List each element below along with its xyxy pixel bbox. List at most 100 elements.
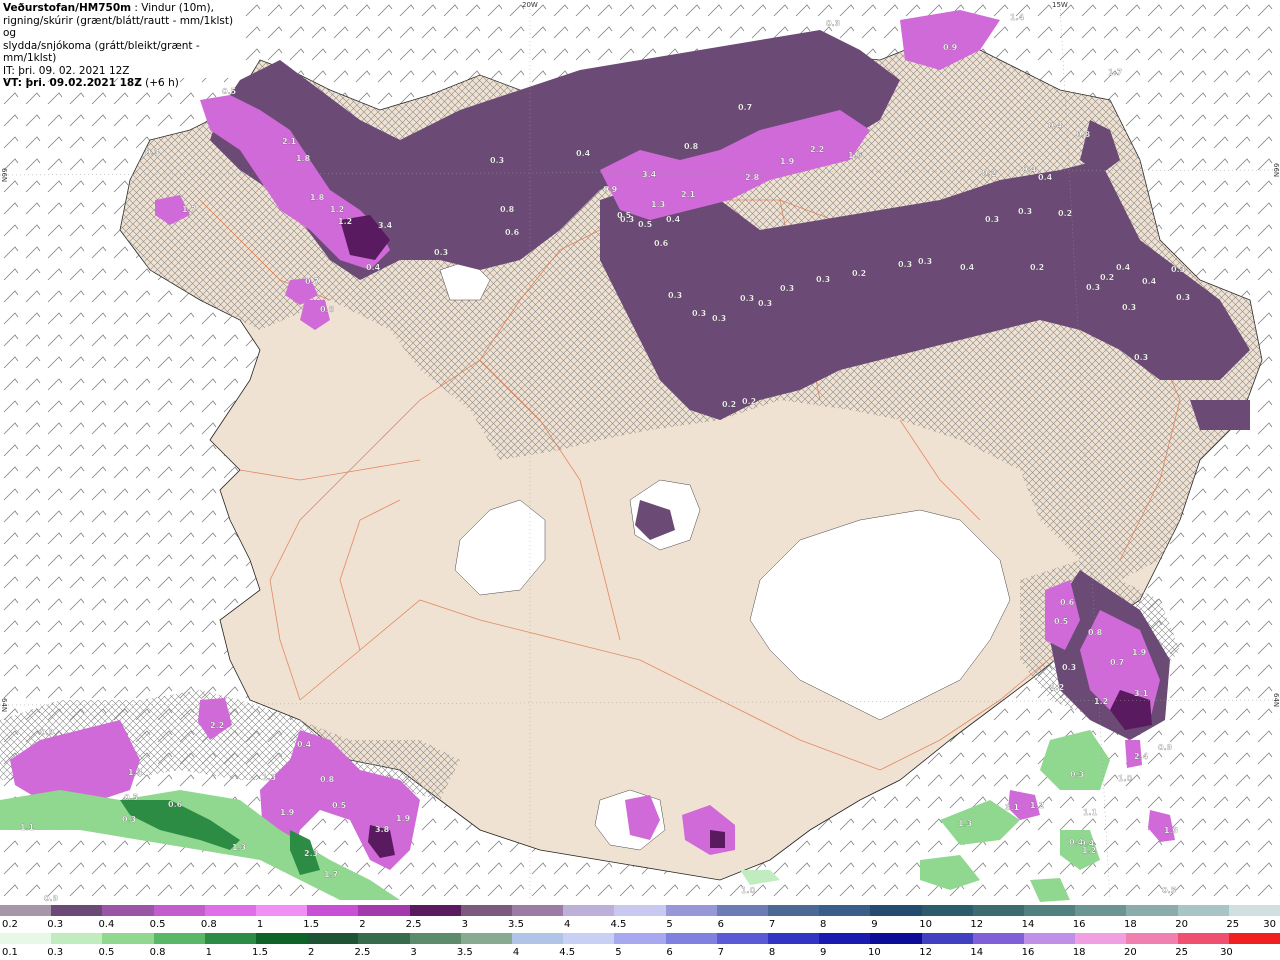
precip-value-label: 1.7 [1108, 68, 1122, 77]
legend-label: 1 [205, 947, 212, 958]
precip-value-label: 0.2 [742, 397, 756, 406]
precip-value-label: 1.2 [1050, 683, 1064, 692]
init-time: IT: þri. 09. 02. 2021 12Z [3, 64, 130, 77]
lat-label-66n-left: 66N [0, 168, 8, 183]
legend-swatch [204, 905, 257, 916]
precip-value-label: 0.4 [666, 215, 681, 224]
legend-label: 25 [1226, 919, 1240, 930]
precip-value-label: 0.5 [332, 801, 347, 810]
product-desc-1: : Vindur (10m), [131, 2, 214, 14]
legend-swatch [51, 933, 103, 944]
legend-label: 18 [1124, 919, 1137, 930]
legend-label: 2.5 [354, 947, 371, 958]
precip-value-label: 0.3 [1062, 663, 1076, 672]
legend-label: 5 [666, 919, 673, 930]
precip-value-label: 1.9 [780, 157, 795, 166]
legend-label: 4.5 [559, 947, 576, 958]
precip-value-label: 3.1 [1005, 803, 1020, 812]
legend-label: 3.5 [456, 947, 473, 958]
legend-label: 0.5 [98, 947, 115, 958]
precip-value-label: 2.2 [210, 721, 224, 730]
precip-value-label: 1.4 [1010, 13, 1025, 22]
precip-value-label: 0.2 [1058, 209, 1072, 218]
legend-swatch [1177, 933, 1230, 944]
legend-label: 25 [1175, 947, 1188, 958]
legend-swatch [1075, 933, 1127, 944]
precip-value-label: 0.8 [1076, 130, 1091, 139]
legend-label: 30 [1263, 919, 1276, 930]
legend-label: 5 [615, 947, 622, 958]
legend-label: 1 [256, 919, 264, 930]
precip-value-label: 1.7 [182, 205, 196, 214]
lat-label-66n-right: 66N [1272, 163, 1280, 178]
legend-label: 20 [1124, 947, 1137, 958]
precip-value-label: 0.4 [1116, 263, 1131, 272]
precip-value-label: 0.7 [1110, 658, 1124, 667]
precip-value-label: 2.4 [1134, 752, 1149, 761]
legend-label: 4.5 [610, 919, 627, 930]
legend-swatch [358, 933, 411, 944]
precip-value-label: 3.4 [642, 170, 657, 179]
legend-swatch [51, 905, 103, 916]
forecast-map: 0.5 2.1 1.8 1.8 1.2 1.2 3.4 0.4 1.7 0.7 0.6 0.3 0.3 0… [0, 0, 1280, 904]
legend-swatch [563, 905, 615, 916]
precip-value-label: 1.2 [338, 217, 352, 226]
precip-value-label: 0.3 [918, 257, 932, 266]
legend-label: 0.8 [149, 947, 166, 958]
product-title: Veðurstofan/HM750m [3, 2, 132, 14]
legend-swatch [460, 933, 513, 944]
legend-swatch [358, 905, 411, 916]
legend-label: 8 [768, 947, 776, 958]
precip-value-label: 0.3 [985, 215, 999, 224]
lon-label-20w: 20W [522, 1, 538, 9]
precip-value-label: 0.3 [712, 314, 726, 323]
precip-value-label: 0.6 [168, 800, 183, 809]
legend-label: 6 [666, 947, 673, 958]
precip-value-label: 1.2 [1030, 801, 1044, 810]
precip-value-label: 0.7 [738, 103, 752, 112]
precip-value-label: 1.3 [1164, 826, 1178, 835]
precip-value-label: 0.5 [638, 220, 653, 229]
precip-value-label: 1.9 [396, 814, 411, 823]
legend-label: 16 [1021, 947, 1035, 958]
precip-value-label: 0.4 [960, 263, 975, 272]
valid-time: VT: þri. 09.02.2021 18Z [3, 77, 142, 89]
legend-label: 14 [1021, 919, 1035, 930]
legend-label: 4 [512, 947, 520, 958]
legend-label: 2 [359, 919, 366, 930]
legend-label: 18 [1072, 947, 1086, 958]
legend-swatch [1126, 905, 1179, 916]
precip-value-label: 0.3 [1018, 207, 1032, 216]
precip-value-label: 1.8 [310, 193, 325, 202]
legend-swatch [1126, 933, 1179, 944]
legend-label: 3 [410, 947, 417, 958]
legend-swatch [921, 905, 974, 916]
precip-value-label: 0.9 [44, 894, 59, 903]
legend-swatch [716, 905, 769, 916]
precip-value-label: 0.7 [305, 277, 319, 286]
precip-value-label: 1.2 [1094, 697, 1108, 706]
precip-value-label: 0.3 [145, 148, 159, 157]
precip-value-label: 0.6 [654, 239, 669, 248]
precip-value-label: 0.4 [1048, 121, 1063, 130]
precip-value-label: 1.1 [20, 823, 35, 832]
legend-label: 10 [919, 919, 932, 930]
precip-value-label: 0.6 [320, 305, 335, 314]
legend-label: 8 [820, 919, 827, 930]
precip-value-label: 0.4 [576, 149, 591, 158]
precip-value-label: 0.2 [982, 169, 996, 178]
precip-value-label: 1.8 [296, 154, 311, 163]
precip-value-label: 0.4 [297, 740, 312, 749]
legend-label: 0.4 [98, 919, 115, 930]
precip-value-label: 2.1 [681, 190, 696, 199]
precip-value-label: 0.8 [500, 205, 515, 214]
precip-value-label: 0.6 [1060, 598, 1075, 607]
precip-value-label: 2.1 [282, 137, 297, 146]
precip-value-label: 0.3 [692, 309, 706, 318]
legend-swatch [1024, 933, 1076, 944]
precip-value-label: 1.3 [651, 200, 665, 209]
legend-swatch [716, 933, 769, 944]
legend-swatch [819, 933, 871, 944]
legend-rain-row [0, 933, 1280, 944]
precip-value-label: 0.5 [1054, 617, 1069, 626]
